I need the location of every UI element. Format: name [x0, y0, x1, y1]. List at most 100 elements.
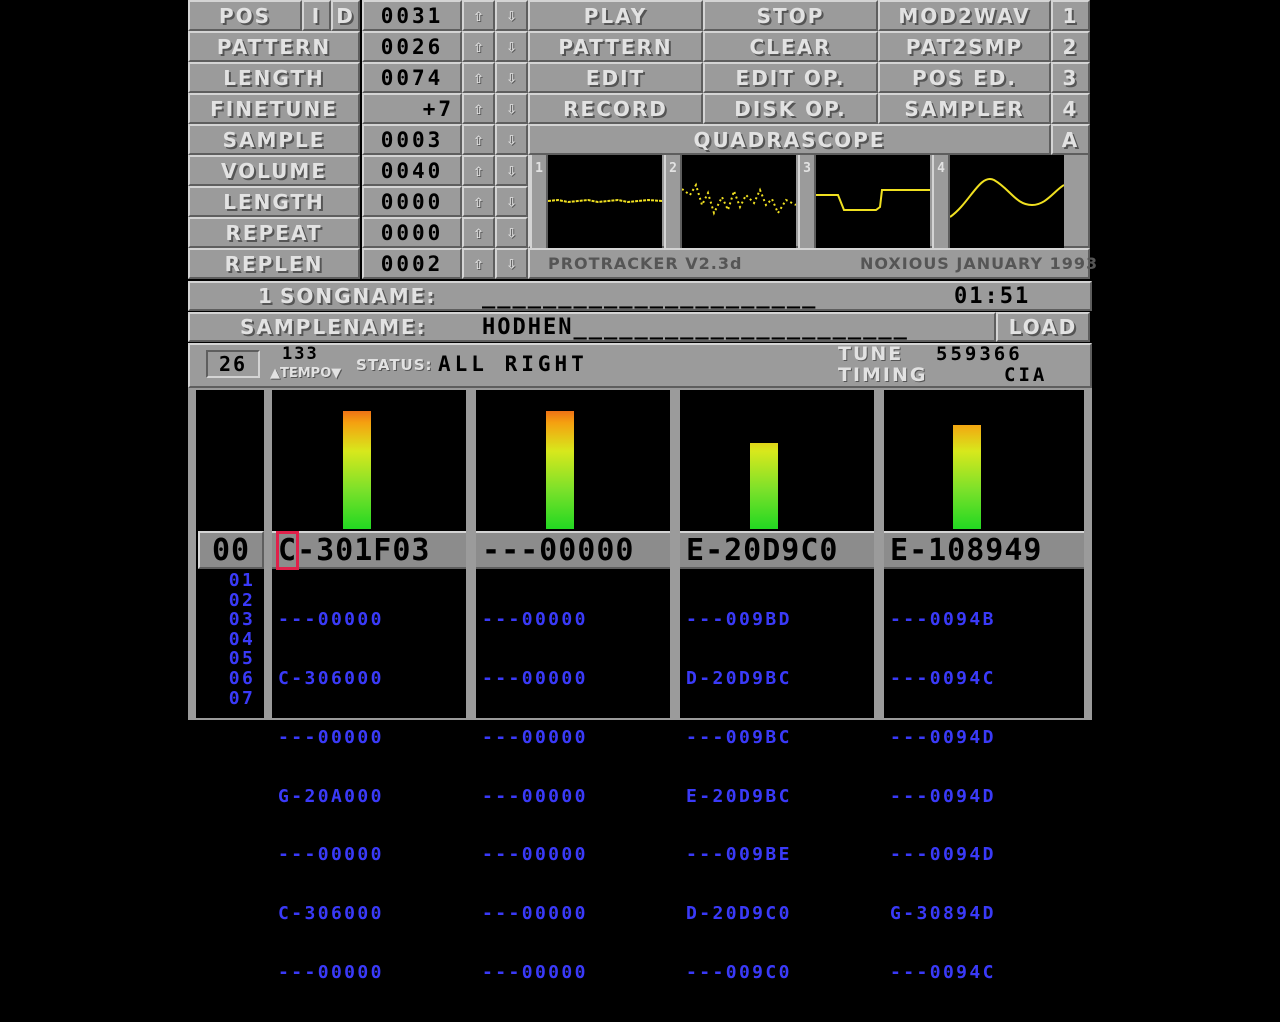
preset-3-label: 3 — [1062, 65, 1079, 90]
pattern-cell[interactable]: ---00000 — [278, 610, 384, 630]
sampler-button[interactable]: SAMPLER — [878, 93, 1051, 124]
songname-field[interactable]: ______________________ — [482, 284, 817, 309]
repeat-down-arrow-icon[interactable]: ⇩ — [495, 217, 528, 248]
stop-button[interactable]: STOP — [703, 0, 878, 31]
preset-2-button[interactable]: 2 — [1051, 31, 1090, 62]
scope-channel-4[interactable] — [950, 155, 1064, 248]
current-row-channel-4[interactable]: E -108949 — [884, 531, 1084, 569]
pattern-cell[interactable]: D-20D9BC — [686, 669, 792, 689]
pattern-cell[interactable]: ---009BE — [686, 845, 792, 865]
channel-3-rows[interactable]: ---009BD D-20D9BC ---009BC E-20D9BC ---0… — [686, 571, 792, 1022]
preset-3-button[interactable]: 3 — [1051, 62, 1090, 93]
scope-4-number: 4 — [932, 155, 950, 248]
clear-button[interactable]: CLEAR — [703, 31, 878, 62]
edit-button[interactable]: EDIT — [528, 62, 703, 93]
song-length-down-arrow-icon[interactable]: ⇩ — [495, 62, 528, 93]
sample-length-label: LENGTH — [188, 186, 360, 217]
sample-length-up-arrow-icon[interactable]: ⇧ — [462, 186, 495, 217]
scope-channel-3[interactable] — [816, 155, 930, 248]
pattern-cell[interactable]: ---009BD — [686, 610, 792, 630]
play-pattern-button[interactable]: PATTERN — [528, 31, 703, 62]
volume-label: VOLUME — [188, 155, 360, 186]
song-length-up-arrow-icon[interactable]: ⇧ — [462, 62, 495, 93]
current-row-channel-1[interactable]: C -301F03 — [272, 530, 466, 570]
edit-cursor[interactable]: C — [275, 530, 300, 570]
disk-op-button[interactable]: DISK OP. — [703, 93, 878, 124]
pattern-cell[interactable]: ---0094D — [890, 786, 996, 807]
pattern-cell[interactable]: C-306000 — [278, 669, 384, 689]
pattern-cell[interactable]: ---0094D — [890, 845, 996, 865]
position-up-arrow-icon[interactable]: ⇧ — [462, 0, 495, 31]
current-cell-rest: --00000 — [501, 532, 635, 568]
pattern-up-arrow-icon[interactable]: ⇧ — [462, 31, 495, 62]
play-button[interactable]: PLAY — [528, 0, 703, 31]
song-length-label-text: LENGTH — [223, 65, 325, 90]
play-pattern-label: PATTERN — [558, 34, 673, 59]
pos-ed-button[interactable]: POS ED. — [878, 62, 1051, 93]
pattern-cell[interactable]: ---0094C — [890, 963, 996, 983]
mod2wav-button[interactable]: MOD2WAV — [878, 0, 1051, 31]
pattern-cell[interactable]: ---00000 — [278, 845, 384, 865]
status-value: ALL RIGHT — [438, 352, 588, 376]
pattern-cell[interactable]: ---00000 — [482, 728, 588, 748]
finetune-up-arrow-icon[interactable]: ⇧ — [462, 93, 495, 124]
pattern-cell[interactable]: ---00000 — [278, 963, 384, 983]
scope-channel-2[interactable] — [682, 155, 796, 248]
current-row-channel-2[interactable]: - --00000 — [476, 531, 670, 569]
channel-1-rows[interactable]: ---00000 C-306000 ---00000 G-20A000 ---0… — [278, 571, 384, 1022]
samplename-field[interactable]: HODHEN______________________ — [482, 315, 909, 340]
pattern-cell[interactable]: ---00000 — [482, 845, 588, 865]
repeat-up-arrow-icon[interactable]: ⇧ — [462, 217, 495, 248]
preset-1-button[interactable]: 1 — [1051, 0, 1090, 31]
pat2smp-button[interactable]: PAT2SMP — [878, 31, 1051, 62]
quadrascope-button[interactable]: QUADRASCOPE — [528, 124, 1051, 155]
tempo-control[interactable]: ▲TEMPO▼ — [270, 366, 341, 381]
position-down-arrow-icon[interactable]: ⇩ — [495, 0, 528, 31]
pattern-cell[interactable]: ---009C0 — [686, 963, 792, 983]
replen-label: REPLEN — [188, 248, 360, 279]
pattern-cell[interactable]: D-20D9C0 — [686, 904, 792, 924]
preset-4-button[interactable]: 4 — [1051, 93, 1090, 124]
pattern-cell[interactable]: ---0094C — [890, 669, 996, 689]
pattern-cell[interactable]: ---00000 — [278, 728, 384, 748]
scope-1-waveform — [548, 198, 662, 204]
sample-up-arrow-icon[interactable]: ⇧ — [462, 124, 495, 155]
replen-down-arrow-icon[interactable]: ⇩ — [495, 248, 528, 279]
edit-op-button[interactable]: EDIT OP. — [703, 62, 878, 93]
channel-4-rows[interactable]: ---0094B ---0094C ---0094D ---0094D ---0… — [890, 571, 996, 1022]
pattern-cell[interactable]: C-306000 — [278, 904, 384, 924]
pattern-cell[interactable]: ---00000 — [482, 904, 588, 924]
record-button[interactable]: RECORD — [528, 93, 703, 124]
pattern-cell[interactable]: ---00000 — [482, 786, 588, 807]
octave-box[interactable]: 26 — [206, 350, 260, 378]
insert-position-button[interactable]: I — [302, 0, 331, 31]
mod2wav-label: MOD2WAV — [898, 3, 1031, 28]
sample-down-arrow-icon[interactable]: ⇩ — [495, 124, 528, 155]
replen-up-arrow-icon[interactable]: ⇧ — [462, 248, 495, 279]
tempo-value: 133 — [282, 344, 319, 364]
channel-2-rows[interactable]: ---00000 ---00000 ---00000 ---00000 ---0… — [482, 571, 588, 1022]
volume-down-arrow-icon[interactable]: ⇩ — [495, 155, 528, 186]
pattern-cell[interactable]: G-30894D — [890, 904, 996, 924]
pattern-cell[interactable]: E-20D9BC — [686, 786, 792, 807]
scope-3-number: 3 — [798, 155, 816, 248]
scope-channel-1[interactable] — [548, 155, 662, 248]
pattern-down-arrow-icon[interactable]: ⇩ — [495, 31, 528, 62]
pattern-cell[interactable]: G-20A000 — [278, 786, 384, 807]
delete-position-button[interactable]: D — [331, 0, 360, 31]
load-sample-button[interactable]: LOAD — [996, 312, 1090, 342]
pattern-cell[interactable]: ---009BC — [686, 728, 792, 748]
scope-mode-a-button[interactable]: A — [1051, 124, 1090, 155]
scope-1-number: 1 — [530, 155, 548, 248]
volume-label-text: VOLUME — [221, 158, 327, 183]
pattern-cell[interactable]: ---00000 — [482, 669, 588, 689]
pattern-cell[interactable]: ---0094B — [890, 610, 996, 630]
pattern-cell[interactable]: ---00000 — [482, 963, 588, 983]
current-row-channel-3[interactable]: E -20D9C0 — [680, 531, 874, 569]
timing-value: CIA — [1004, 364, 1048, 386]
pattern-cell[interactable]: ---00000 — [482, 610, 588, 630]
volume-up-arrow-icon[interactable]: ⇧ — [462, 155, 495, 186]
sample-length-down-arrow-icon[interactable]: ⇩ — [495, 186, 528, 217]
finetune-down-arrow-icon[interactable]: ⇩ — [495, 93, 528, 124]
pattern-cell[interactable]: ---0094D — [890, 728, 996, 748]
